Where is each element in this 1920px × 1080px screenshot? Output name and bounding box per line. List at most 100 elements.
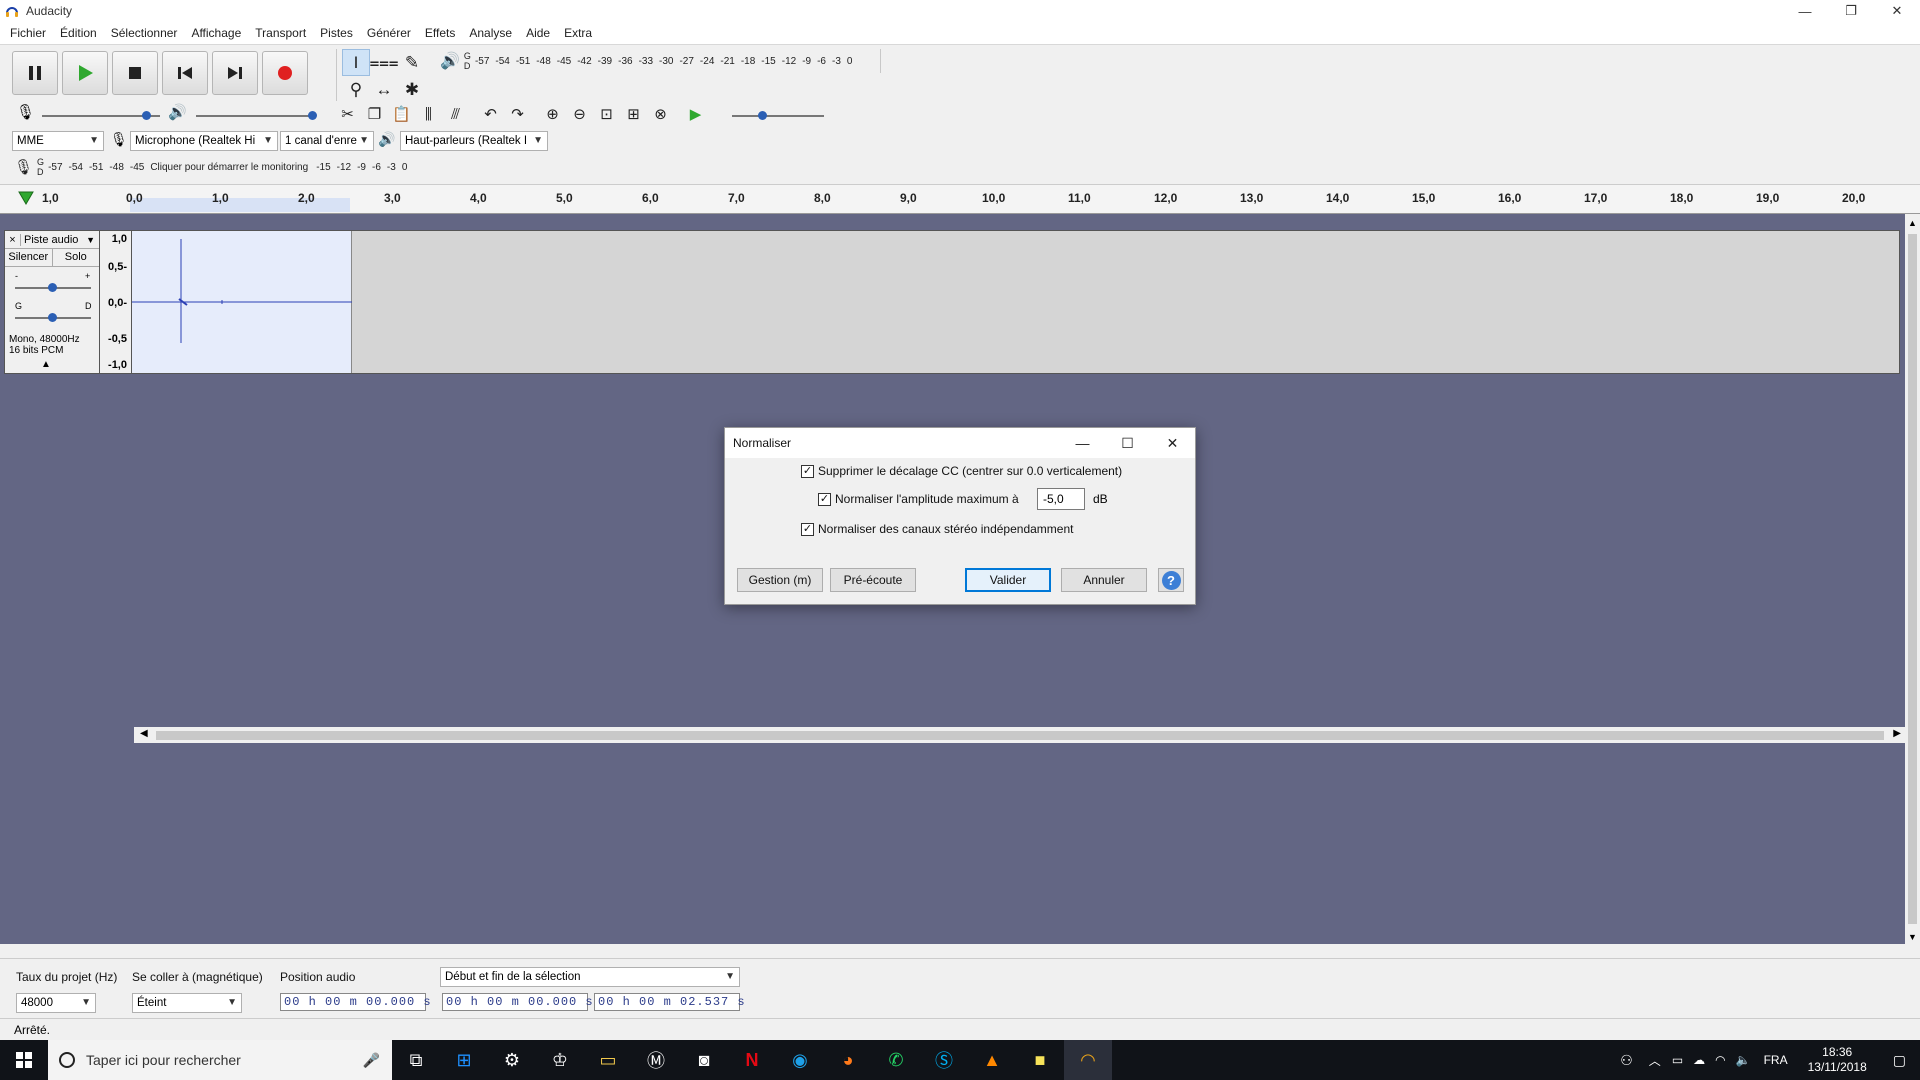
help-button[interactable]: ? [1158, 568, 1184, 592]
zoom-out-icon[interactable]: ⊖ [566, 101, 593, 127]
microphone-icon[interactable]: 🎤 [363, 1052, 380, 1069]
skip-start-button[interactable] [162, 51, 208, 95]
play-at-speed-icon[interactable]: ▶ [682, 101, 709, 127]
menu-analyse[interactable]: Analyse [462, 26, 519, 40]
recording-channels-select[interactable]: 1 canal d'enre ▼ [280, 131, 374, 151]
menu-edition[interactable]: Édition [53, 26, 104, 40]
start-monitoring-prompt[interactable]: Cliquer pour démarrer le monitoring [150, 162, 308, 173]
selection-tool-icon[interactable]: I [342, 49, 370, 76]
settings-gear-icon[interactable]: ⚙ [488, 1040, 536, 1080]
taskbar-search[interactable]: Taper ici pour rechercher 🎤 [48, 1040, 392, 1080]
chevron-up-icon[interactable]: ︿ [1649, 1052, 1661, 1069]
trim-icon[interactable]: ⫼ [415, 101, 442, 127]
cut-icon[interactable]: ✂ [334, 101, 361, 127]
play-speed-slider[interactable] [732, 111, 824, 120]
battery-icon[interactable]: ▭ [1672, 1053, 1683, 1067]
vlc-icon[interactable]: ▲ [968, 1040, 1016, 1080]
selection-start-time[interactable]: 00 h 00 m 00.000 s [442, 993, 593, 1011]
skype-icon[interactable]: Ⓢ [920, 1040, 968, 1080]
waveform-view[interactable] [131, 230, 1900, 374]
track-name-menu[interactable]: Piste audio [21, 234, 86, 246]
windows-store-icon[interactable]: ⊞ [440, 1040, 488, 1080]
mute-button[interactable]: Silencer [5, 249, 53, 266]
skip-end-button[interactable] [212, 51, 258, 95]
timeshift-tool-icon[interactable]: ↔ [370, 76, 398, 103]
preview-button[interactable]: Pré-écoute [830, 568, 916, 592]
vertical-scrollbar[interactable]: ▲ ▼ [1905, 214, 1920, 944]
playback-meter[interactable]: 🔊 GD -57 -54 -51 -48 -45 -42 -39 -36 -33 -30 -27 -2… [440, 51, 858, 71]
sticky-notes-icon[interactable]: ■ [1016, 1040, 1064, 1080]
menu-generer[interactable]: Générer [360, 26, 418, 40]
normalize-amplitude-checkbox[interactable]: ✓ Normaliser l'amplitude maximum à [818, 492, 1019, 506]
cancel-button[interactable]: Annuler [1061, 568, 1147, 592]
track-pan-slider[interactable] [15, 313, 91, 322]
zoom-in-icon[interactable]: ⊕ [539, 101, 566, 127]
menu-selectionner[interactable]: Sélectionner [104, 26, 185, 40]
chevron-down-icon[interactable]: ▼ [86, 235, 99, 245]
whatsapp-icon[interactable]: ✆ [872, 1040, 920, 1080]
amplitude-input[interactable]: -5,0 [1037, 488, 1085, 510]
file-explorer-icon[interactable]: ▭ [584, 1040, 632, 1080]
snap-to-select[interactable]: Éteint ▼ [132, 993, 242, 1013]
app-m-icon[interactable]: Ⓜ [632, 1040, 680, 1080]
restore-button[interactable]: ❐ [1828, 0, 1874, 22]
redo-icon[interactable]: ↷ [504, 101, 531, 127]
selection-mode-select[interactable]: Début et fin de la sélection ▼ [440, 967, 740, 987]
recording-meter[interactable]: 🎙 GD -57 -54 -51 -48 -45 Cliquer pour démarr… [14, 157, 413, 177]
draw-tool-icon[interactable]: ✎ [398, 49, 426, 76]
menu-aide[interactable]: Aide [519, 26, 557, 40]
menu-pistes[interactable]: Pistes [313, 26, 360, 40]
camera-app-icon[interactable]: ◙ [680, 1040, 728, 1080]
dialog-maximize-button[interactable]: ☐ [1105, 428, 1150, 458]
close-track-icon[interactable]: × [5, 233, 21, 246]
audio-host-select[interactable]: MME ▼ [12, 131, 104, 151]
selection-end-time[interactable]: 00 h 00 m 02.537 s [594, 993, 745, 1011]
audio-position-time[interactable]: 00 h 00 m 00.000 s [280, 993, 431, 1011]
timeline-ruler[interactable]: 1,0 0,0 1,0 2,0 3,0 4,0 5,0 6,0 7,0 8,0 … [0, 184, 1920, 214]
wifi-icon[interactable]: ◠ [1715, 1053, 1725, 1067]
netflix-icon[interactable]: N [728, 1040, 776, 1080]
menu-fichier[interactable]: Fichier [3, 26, 53, 40]
language-indicator[interactable]: FRA [1764, 1053, 1788, 1067]
zoom-toggle-icon[interactable]: ⊗ [647, 101, 674, 127]
menu-effets[interactable]: Effets [418, 26, 462, 40]
playback-volume-slider[interactable] [196, 111, 317, 120]
play-button[interactable] [62, 51, 108, 95]
undo-icon[interactable]: ↶ [477, 101, 504, 127]
task-view-icon[interactable]: ⧉ [392, 1040, 440, 1080]
playback-device-select[interactable]: Haut-parleurs (Realtek I ▼ [400, 131, 548, 151]
dialog-close-button[interactable]: ✕ [1150, 428, 1195, 458]
record-button[interactable] [262, 51, 308, 95]
volume-icon[interactable]: 🔈 [1736, 1053, 1751, 1067]
people-icon[interactable]: ⚇ [1620, 1052, 1633, 1069]
menu-transport[interactable]: Transport [248, 26, 313, 40]
close-window-button[interactable]: ✕ [1874, 0, 1920, 22]
onedrive-icon[interactable]: ☁ [1693, 1053, 1705, 1067]
pause-button[interactable] [12, 51, 58, 95]
record-volume-slider[interactable] [42, 111, 160, 120]
menu-extra[interactable]: Extra [557, 26, 599, 40]
firefox-icon[interactable]: ◕ [824, 1040, 872, 1080]
fit-selection-icon[interactable]: ⊡ [593, 101, 620, 127]
remove-dc-checkbox[interactable]: ✓ Supprimer le décalage CC (centrer sur 0… [801, 464, 1122, 478]
envelope-tool-icon[interactable]: ⩶ [369, 49, 398, 76]
paste-icon[interactable]: 📋 [388, 101, 415, 127]
browser-icon[interactable]: ◉ [776, 1040, 824, 1080]
zoom-tool-icon[interactable]: ⚲ [342, 76, 370, 103]
notifications-icon[interactable]: ▢ [1893, 1052, 1906, 1069]
stop-button[interactable] [112, 51, 158, 95]
app-icon[interactable]: ♔ [536, 1040, 584, 1080]
copy-icon[interactable]: ❐ [361, 101, 388, 127]
ok-button[interactable]: Valider [965, 568, 1051, 592]
fit-project-icon[interactable]: ⊞ [620, 101, 647, 127]
audacity-taskbar-icon[interactable]: ◠ [1064, 1040, 1112, 1080]
dialog-minimize-button[interactable]: — [1060, 428, 1105, 458]
minimize-button[interactable]: — [1782, 0, 1828, 22]
manage-button[interactable]: Gestion (m) [737, 568, 823, 592]
windows-start-icon[interactable] [0, 1040, 48, 1080]
collapse-track-icon[interactable]: ▲ [41, 359, 51, 370]
timeline-options-icon[interactable] [18, 191, 34, 205]
track-gain-slider[interactable] [15, 283, 91, 292]
clock[interactable]: 18:36 13/11/2018 [1808, 1045, 1867, 1075]
project-rate-select[interactable]: 48000 ▼ [16, 993, 96, 1013]
